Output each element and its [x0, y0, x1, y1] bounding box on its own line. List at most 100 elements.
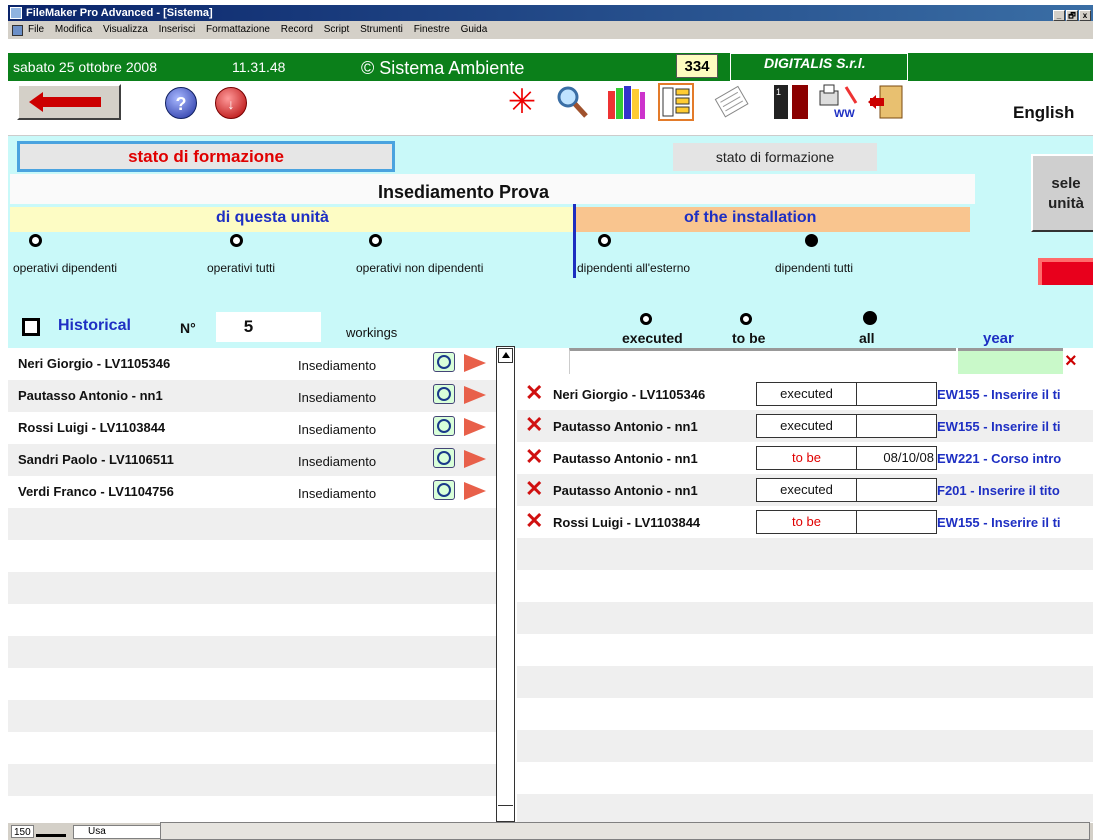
table-row[interactable]: Sandri Paolo - LV1106511 Insediamento: [8, 444, 496, 476]
table-row[interactable]: ✕ Neri Giorgio - LV1105346 executed EW155 -…: [517, 378, 1093, 410]
help-icon[interactable]: ?: [165, 87, 197, 119]
course-search-field[interactable]: [569, 348, 956, 374]
menu-modifica[interactable]: Modifica: [55, 24, 92, 35]
search-icon[interactable]: [554, 83, 590, 121]
table-row[interactable]: Rossi Luigi - LV1103844 Insediamento: [8, 412, 496, 444]
play-arrow-icon[interactable]: [464, 450, 486, 468]
table-row[interactable]: ✕ Pautasso Antonio - nn1 executed EW155 - I…: [517, 410, 1093, 442]
list-layout-icon[interactable]: [658, 83, 694, 121]
menu-script[interactable]: Script: [324, 24, 350, 35]
delete-icon[interactable]: ✕: [525, 446, 543, 468]
back-arrow-shaft: [41, 97, 101, 107]
search-icon[interactable]: [433, 416, 455, 436]
radio-dipendenti-tutti[interactable]: [805, 234, 818, 247]
search-icon[interactable]: [433, 352, 455, 372]
radio-dipendenti-esterno[interactable]: [598, 234, 611, 247]
course-date[interactable]: [857, 510, 937, 534]
course-date[interactable]: 08/10/08: [857, 446, 937, 470]
scroll-down-area[interactable]: [498, 805, 513, 820]
table-row[interactable]: ✕ Pautasso Antonio - nn1 executed F201 - In…: [517, 474, 1093, 506]
course-status[interactable]: executed: [756, 382, 857, 406]
person-type: Insediamento: [298, 358, 377, 373]
back-button[interactable]: [17, 84, 121, 120]
mode-selector[interactable]: Usa: [73, 825, 163, 839]
select-unit-button[interactable]: sele unità: [1031, 154, 1093, 232]
course-date[interactable]: [857, 478, 937, 502]
course-status[interactable]: executed: [756, 414, 857, 438]
document-icon[interactable]: [12, 25, 23, 36]
search-icon[interactable]: [433, 448, 455, 468]
table-row[interactable]: Pautasso Antonio - nn1 Insediamento: [8, 380, 496, 412]
play-arrow-icon[interactable]: [464, 482, 486, 500]
delete-icon[interactable]: ✕: [525, 478, 543, 500]
record-count: 334: [676, 54, 718, 78]
table-row: [8, 508, 496, 540]
menu-inserisci[interactable]: Inserisci: [159, 24, 196, 35]
download-icon[interactable]: ↓: [215, 87, 247, 119]
course-status[interactable]: to be: [756, 510, 857, 534]
binders-icon[interactable]: [606, 83, 645, 121]
year-field[interactable]: [958, 348, 1063, 374]
course-date[interactable]: [857, 382, 937, 406]
menu-visualizza[interactable]: Visualizza: [103, 24, 148, 35]
person-name: Sandri Paolo - LV1106511: [18, 452, 174, 467]
person-name: Verdi Franco - LV1104756: [18, 484, 174, 499]
table-row[interactable]: ✕ Rossi Luigi - LV1103844 to be EW155 - Ins…: [517, 506, 1093, 538]
film-icon[interactable]: 1: [772, 83, 808, 121]
historical-label: Historical: [58, 317, 131, 334]
stato-formazione-button[interactable]: stato di formazione: [673, 143, 877, 171]
menu-record[interactable]: Record: [281, 24, 313, 35]
table-row: [8, 604, 496, 636]
play-arrow-icon[interactable]: [464, 386, 486, 404]
people-list-scrollbar[interactable]: [496, 346, 515, 822]
radio-operativi-non-dipendenti[interactable]: [369, 234, 382, 247]
play-arrow-icon[interactable]: [464, 354, 486, 372]
radio-label: operativi tutti: [207, 261, 276, 275]
course-title[interactable]: EW155 - Inserire il ti: [937, 515, 1093, 530]
radio-executed[interactable]: [640, 313, 652, 325]
course-status[interactable]: executed: [756, 478, 857, 502]
system-name: © Sistema Ambiente: [361, 58, 525, 78]
table-row[interactable]: Verdi Franco - LV1104756 Insediamento: [8, 476, 496, 508]
documents-icon[interactable]: [713, 83, 749, 121]
course-date[interactable]: [857, 414, 937, 438]
play-arrow-icon[interactable]: [464, 418, 486, 436]
zoom-level[interactable]: 150: [11, 825, 34, 838]
course-status[interactable]: to be: [756, 446, 857, 470]
course-title[interactable]: EW155 - Inserire il ti: [937, 419, 1093, 434]
clear-year-icon[interactable]: ×: [1065, 350, 1077, 373]
radio-operativi-dipendenti[interactable]: [29, 234, 42, 247]
delete-icon[interactable]: ✕: [525, 414, 543, 436]
exit-door-icon[interactable]: [866, 83, 903, 121]
menu-strumenti[interactable]: Strumenti: [360, 24, 403, 35]
delete-icon[interactable]: ✕: [525, 382, 543, 404]
radio-operativi-tutti[interactable]: [230, 234, 243, 247]
delete-icon[interactable]: ✕: [525, 510, 543, 532]
menu-finestre[interactable]: Finestre: [414, 24, 450, 35]
scroll-up-icon[interactable]: [498, 348, 513, 363]
maximize-button[interactable]: 🗗: [1066, 10, 1078, 21]
table-row: [517, 538, 1093, 570]
menu-file[interactable]: File: [28, 24, 44, 35]
historical-checkbox[interactable]: [22, 318, 40, 336]
minimize-button[interactable]: _: [1053, 10, 1065, 21]
language-switch[interactable]: English: [1013, 103, 1074, 123]
search-icon[interactable]: [433, 384, 455, 404]
radio-to-be[interactable]: [740, 313, 752, 325]
course-title[interactable]: EW155 - Inserire il ti: [937, 387, 1093, 402]
course-title[interactable]: EW221 - Corso intro: [937, 451, 1093, 466]
horizontal-scrollbar[interactable]: [160, 822, 1090, 840]
close-button[interactable]: x: [1079, 10, 1091, 21]
zoom-controls-icon[interactable]: [36, 827, 66, 837]
radio-all[interactable]: [863, 311, 877, 325]
search-icon[interactable]: [433, 480, 455, 500]
menu-formattazione[interactable]: Formattazione: [206, 24, 270, 35]
toolbar: ? ↓ ✳ 1 WW English: [8, 81, 1093, 136]
table-row[interactable]: Neri Giorgio - LV1105346 Insediamento: [8, 348, 496, 380]
asterisk-icon[interactable]: ✳: [504, 83, 540, 121]
printer-icon[interactable]: WW: [816, 83, 858, 121]
table-row[interactable]: ✕ Pautasso Antonio - nn1 to be 08/10/08 EW22…: [517, 442, 1093, 474]
course-title[interactable]: F201 - Inserire il tito: [937, 483, 1093, 498]
table-row: [8, 636, 496, 668]
menu-guida[interactable]: Guida: [461, 24, 488, 35]
